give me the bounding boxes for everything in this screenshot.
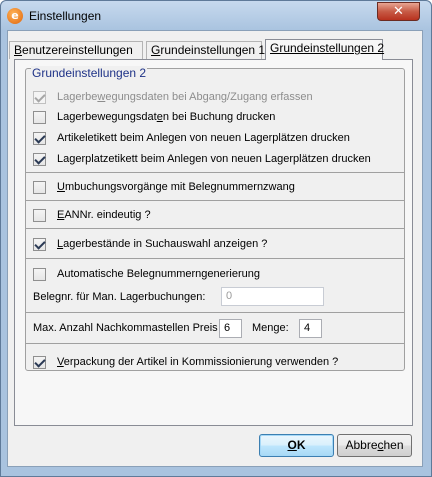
group-title: Grundeinstellungen 2 [31, 66, 148, 80]
label-text: agerbestände in Suchauswahl anzeigen ? [63, 238, 268, 250]
checkbox-label: EANNr. eindeutig ? [57, 209, 151, 221]
checkbox-label: Lagerbewegungsdaten bei Abgang/Zugang er… [57, 91, 313, 103]
checkbox-label: Umbuchungsvorgänge mit Belegnummernzwang [57, 181, 295, 193]
checkbox-label: Artikeletikett beim Anlegen von neuen La… [57, 132, 350, 144]
button-label: Abbre [345, 438, 378, 452]
belegnr-label: Belegnr. für Man. Lagerbuchungen: [33, 291, 206, 303]
tab-label-underlined-char: G [151, 43, 161, 57]
label-text: Lagerbe [57, 91, 98, 103]
group-divider [26, 228, 404, 229]
checkbox-verpackung-kommissionierung[interactable]: Verpackung der Artikel in Kommissionieru… [33, 354, 338, 370]
label-text: ANNr. eindeutig ? [64, 209, 151, 221]
app-logo-icon: e [7, 8, 23, 24]
label-text: n bei Buchung drucken [162, 111, 276, 123]
checkbox-lagerbewegungsdaten-erfassen[interactable]: Lagerbewegungsdaten bei Abgang/Zugang er… [33, 89, 313, 105]
tab-grundeinstellungen-1[interactable]: Grundeinstellungen 1 [146, 41, 266, 59]
checkbox-lagerplatzetikett-drucken[interactable]: Lagerplatzetikett beim Anlegen von neuen… [33, 151, 371, 167]
group-divider [26, 172, 404, 173]
tab-label: enutzereinstellungen [22, 43, 133, 57]
button-label: hen [383, 438, 404, 452]
group-divider [26, 258, 404, 259]
nachkomma-preis-input[interactable]: 6 [219, 319, 242, 338]
label-mnemonic: U [57, 181, 65, 193]
checkbox-umbuchungsvorgaenge[interactable]: Umbuchungsvorgänge mit Belegnummernzwang [33, 179, 295, 195]
checkbox-box[interactable] [33, 180, 46, 194]
checkbox-box[interactable] [33, 237, 46, 251]
menge-label: Menge: [252, 322, 289, 334]
menge-input[interactable]: 4 [299, 319, 322, 338]
label-text: Lagerbewegungsdat [57, 111, 157, 123]
checkbox-label: Lagerbestände in Suchauswahl anzeigen ? [57, 238, 267, 250]
tab-label-underlined-char: B [14, 43, 23, 57]
belegnr-input[interactable]: 0 [221, 287, 324, 306]
checkbox-automatische-belegnummern[interactable]: Automatische Belegnummerngenerierung [33, 266, 260, 282]
checkbox-label: Lagerplatzetikett beim Anlegen von neuen… [57, 153, 371, 165]
tab-label: rundeinstellungen 1 [160, 43, 266, 57]
checkbox-box[interactable] [33, 267, 46, 281]
nachkomma-preis-label: Max. Anzahl Nachkommastellen Preis [33, 322, 218, 334]
ok-button[interactable]: OK [259, 434, 334, 457]
close-button[interactable]: ✕ [377, 2, 420, 21]
button-mnemonic: O [287, 438, 297, 452]
checkbox-box[interactable] [33, 152, 46, 166]
group-divider [26, 200, 404, 201]
tab-grundeinstellungen-2[interactable]: Grundeinstellungen 2 [265, 39, 385, 60]
tab-strip: Benutzereinstellungen Grundeinstellungen… [9, 39, 413, 60]
checkbox-eannr-eindeutig[interactable]: EANNr. eindeutig ? [33, 207, 151, 223]
checkbox-box[interactable] [33, 208, 46, 222]
checkbox-label: Verpackung der Artikel in Kommissionieru… [57, 356, 338, 368]
checkbox-lagerbewegungsdaten-drucken[interactable]: Lagerbewegungsdaten bei Buchung drucken [33, 109, 275, 125]
checkbox-artikeletikett-drucken[interactable]: Artikeletikett beim Anlegen von neuen La… [33, 130, 350, 146]
checkbox-box[interactable] [33, 131, 46, 145]
checkbox-box[interactable] [33, 110, 46, 124]
checkbox-lagerbestaende-anzeigen[interactable]: Lagerbestände in Suchauswahl anzeigen ? [33, 236, 267, 252]
tab-label: Grundeinstellungen 2 [270, 41, 385, 55]
label-text: erpackung der Artikel in Kommissionierun… [63, 356, 339, 368]
label-text: egungsdaten bei Abgang/Zugang erfassen [105, 91, 313, 103]
button-label: K [296, 438, 306, 452]
checkbox-label: Lagerbewegungsdaten bei Buchung drucken [57, 111, 275, 123]
group-divider [26, 343, 404, 344]
group-divider [26, 312, 404, 313]
cancel-button[interactable]: Abbrechen [337, 434, 412, 457]
checkbox-label: Automatische Belegnummerngenerierung [57, 268, 261, 280]
checkbox-box[interactable] [33, 90, 46, 104]
tab-benutzereinstellungen[interactable]: Benutzereinstellungen [9, 41, 143, 59]
label-mnemonic: V [57, 356, 64, 368]
label-text: mbuchungsvorgänge mit Belegnummernzwang [64, 181, 295, 193]
window-title: Einstellungen [29, 9, 102, 23]
checkbox-box[interactable] [33, 355, 46, 369]
title-bar[interactable]: e Einstellungen ✕ [1, 1, 431, 31]
